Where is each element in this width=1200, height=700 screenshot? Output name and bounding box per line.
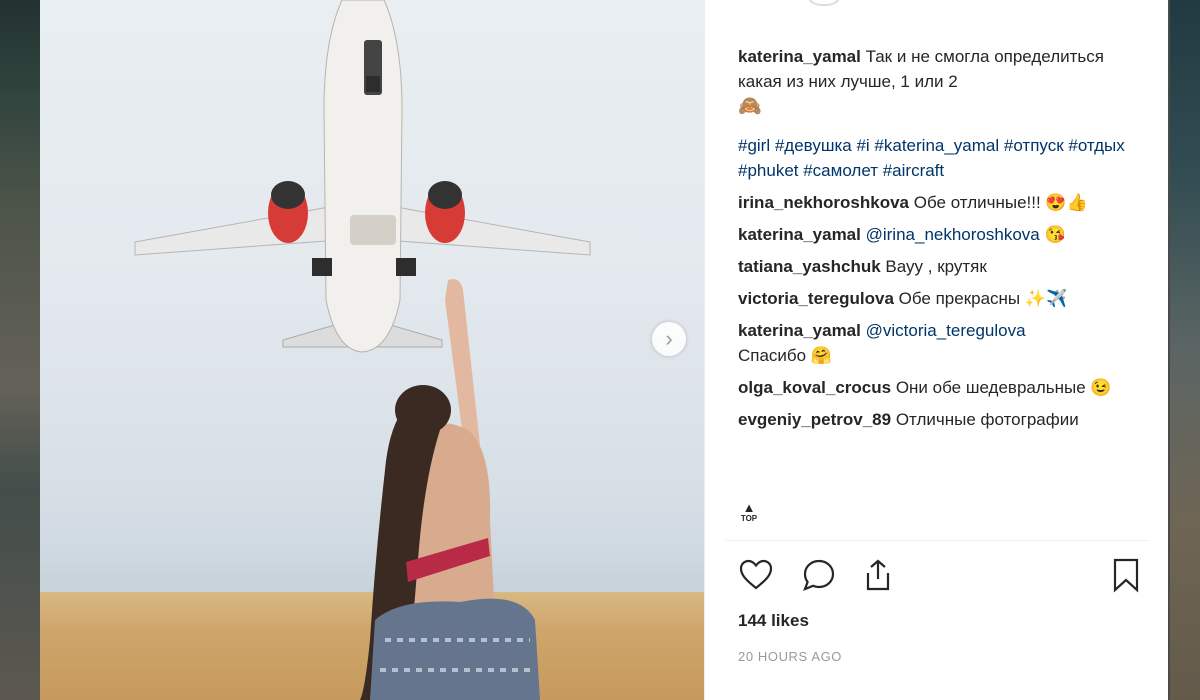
list-item: evgeniy_petrov_89 Отличные фотографии <box>738 407 1138 432</box>
arrow-up-icon: ▲ <box>742 500 756 515</box>
caption: katerina_yamal Так и не смогла определит… <box>738 44 1138 119</box>
caption-emoji: 🙈 <box>738 96 762 117</box>
share-icon[interactable] <box>860 557 896 593</box>
comment-username[interactable]: tatiana_yashchuk <box>738 257 881 276</box>
comment-text: Обе отличные!!! 😍👍 <box>913 193 1088 212</box>
comment-text: 😘 <box>1044 225 1066 244</box>
list-item: victoria_teregulova Обе прекрасны ✨✈️ <box>738 286 1138 311</box>
top-label: TOP <box>740 514 758 523</box>
caption-hashtags[interactable]: #girl #девушка #i #katerina_yamal #отпус… <box>738 133 1138 183</box>
bookmark-icon[interactable] <box>1110 557 1142 593</box>
caption-username[interactable]: katerina_yamal <box>738 47 861 66</box>
woman-figure-illustration <box>360 279 540 700</box>
scroll-top-button[interactable]: ▲ TOP <box>739 500 759 523</box>
comment-username[interactable]: irina_nekhoroshkova <box>738 193 909 212</box>
list-item: katerina_yamal @victoria_teregulova Спас… <box>738 318 1138 368</box>
chevron-right-icon: › <box>665 326 673 351</box>
background-right-strip <box>1170 0 1200 700</box>
action-bar <box>738 557 1146 597</box>
comment-username[interactable]: victoria_teregulova <box>738 289 894 308</box>
post-photo: › <box>40 0 704 700</box>
avatar[interactable] <box>805 0 843 6</box>
list-item: olga_koval_crocus Они обе шедевральные 😉 <box>738 375 1138 400</box>
list-item: tatiana_yashchuk Вауу , крутяк <box>738 254 1138 279</box>
next-photo-button[interactable]: › <box>652 322 686 356</box>
comments-list: katerina_yamal Так и не смогла определит… <box>738 44 1138 439</box>
comment-mention[interactable]: @victoria_teregulova <box>866 321 1026 340</box>
likes-count[interactable]: 144 likes <box>738 611 809 631</box>
comment-username[interactable]: katerina_yamal <box>738 225 861 244</box>
comment-text: Вауу , крутяк <box>885 257 987 276</box>
post-modal: › katerina_yamal Так и не смогла определ… <box>40 0 1168 700</box>
divider <box>725 540 1148 541</box>
comment-username[interactable]: olga_koval_crocus <box>738 378 891 397</box>
comment-username[interactable]: katerina_yamal <box>738 321 861 340</box>
comment-username[interactable]: evgeniy_petrov_89 <box>738 410 891 429</box>
heart-icon[interactable] <box>738 557 774 593</box>
comment-text: Они обе шедевральные 😉 <box>895 378 1112 397</box>
post-sidebar: katerina_yamal Так и не смогла определит… <box>704 0 1168 700</box>
post-timestamp[interactable]: 20 HOURS AGO <box>738 649 842 664</box>
comment-mention[interactable]: @irina_nekhoroshkova <box>866 225 1040 244</box>
list-item: katerina_yamal @irina_nekhoroshkova 😘 <box>738 222 1138 247</box>
comment-text: Спасибо 🤗 <box>738 346 833 365</box>
background-left-strip <box>0 0 40 700</box>
comment-text: Отличные фотографии <box>895 410 1079 429</box>
list-item: irina_nekhoroshkova Обе отличные!!! 😍👍 <box>738 190 1138 215</box>
comment-bubble-icon[interactable] <box>801 557 837 593</box>
comment-text: Обе прекрасны ✨✈️ <box>898 289 1068 308</box>
